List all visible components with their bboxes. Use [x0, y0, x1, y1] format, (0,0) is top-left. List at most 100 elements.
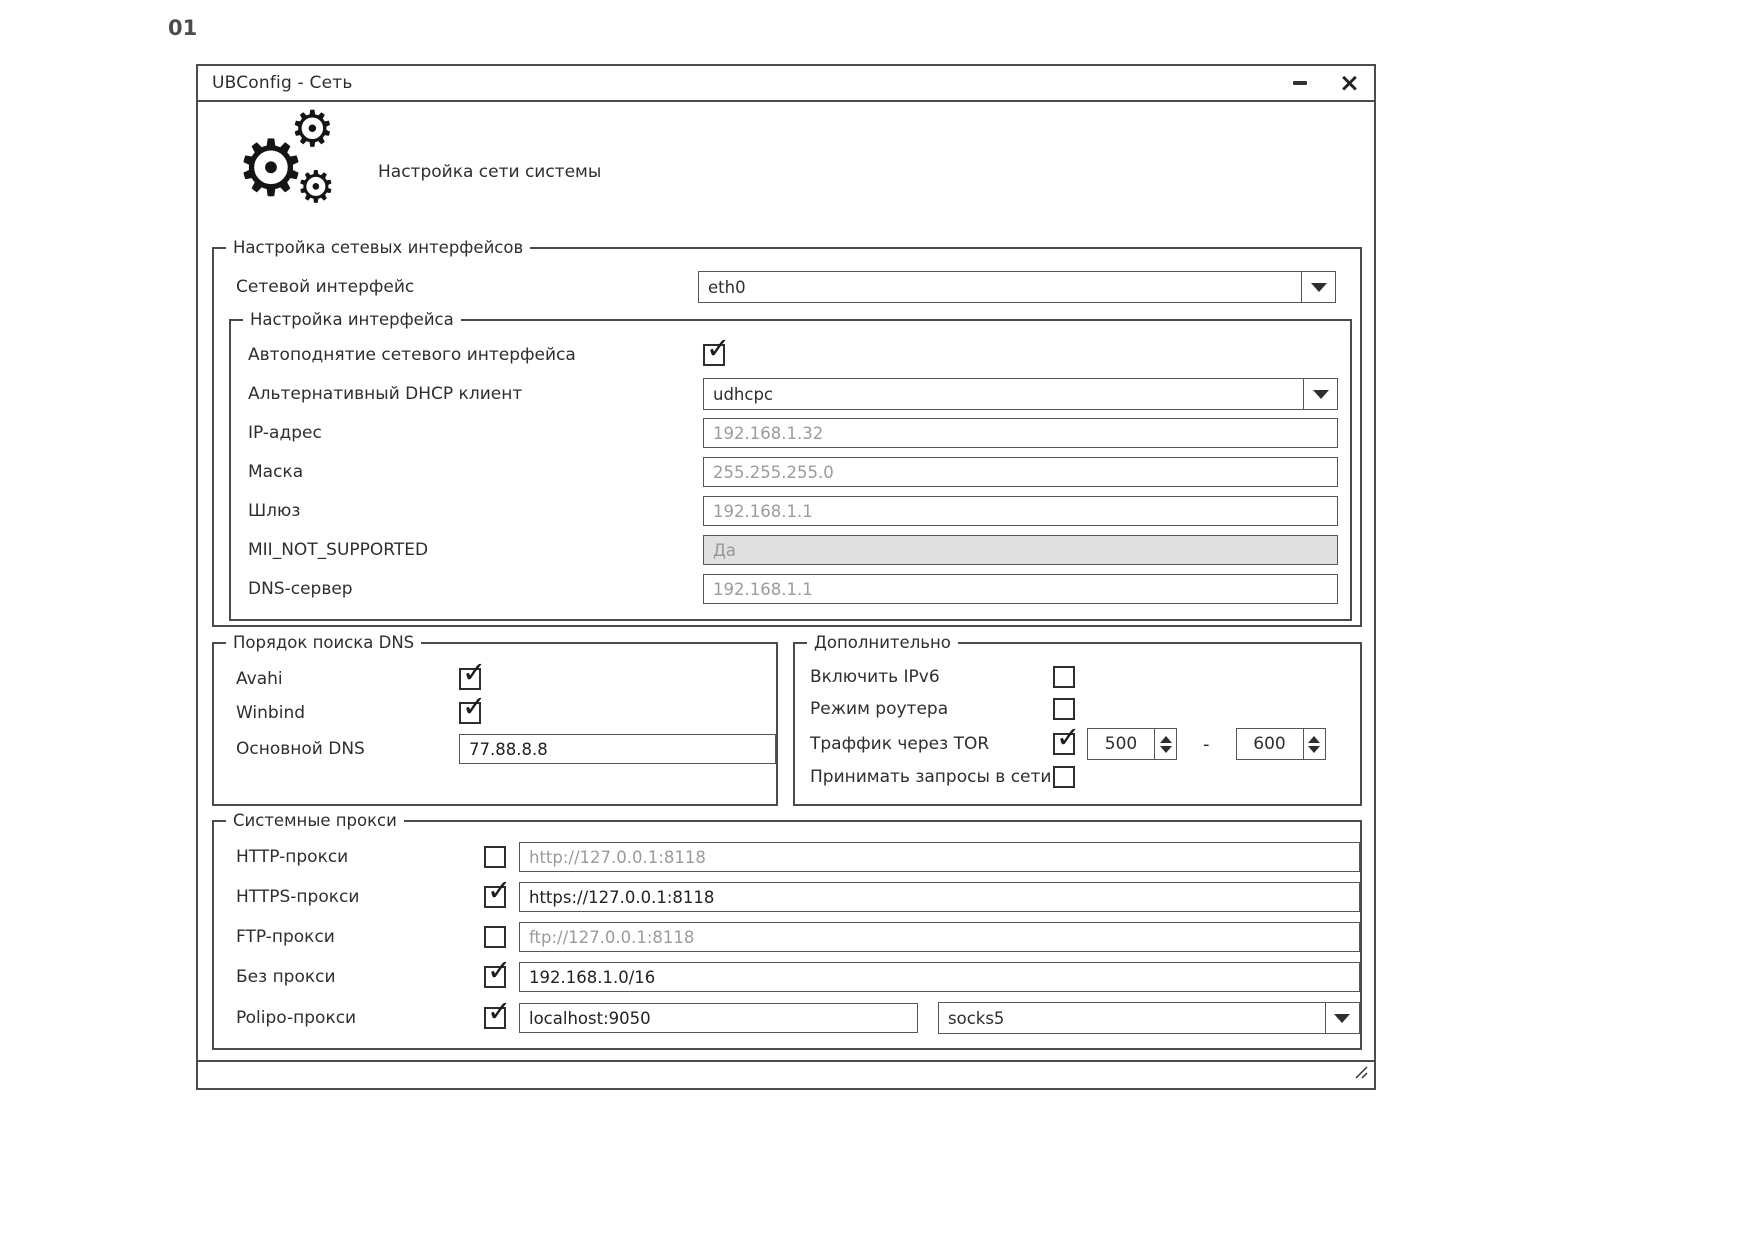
no-proxy-row: Без прокси ✓ [236, 962, 1360, 992]
avahi-row: Avahi ✓ [236, 666, 776, 692]
primary-dns-row: Основной DNS [236, 734, 776, 764]
resize-grip-icon[interactable] [1352, 1063, 1368, 1083]
header: ⚙ ⚙ ⚙ Настройка сети системы [198, 102, 1374, 247]
check-icon: ✓ [706, 334, 730, 363]
close-button[interactable]: × [1339, 74, 1360, 92]
minimize-button[interactable] [1291, 74, 1309, 92]
chevron-down-icon[interactable] [1325, 1003, 1359, 1033]
router-mode-row: Режим роутера ✓ [810, 696, 1360, 722]
polipo-proxy-input[interactable] [519, 1003, 918, 1033]
accept-requests-checkbox[interactable]: ✓ [1053, 766, 1075, 788]
ftp-proxy-label: FTP-прокси [236, 927, 484, 947]
https-proxy-input[interactable] [519, 882, 1360, 912]
triangle-down-icon [1311, 283, 1327, 292]
check-icon: ✓ [487, 956, 511, 985]
no-proxy-input[interactable] [519, 962, 1360, 992]
tor-port-from-spinner[interactable]: 500 [1087, 728, 1177, 760]
interface-select-value: eth0 [708, 278, 746, 297]
chevron-down-icon[interactable] [1301, 272, 1335, 302]
http-proxy-checkbox[interactable]: ✓ [484, 846, 506, 868]
https-proxy-checkbox[interactable]: ✓ [484, 886, 506, 908]
interface-select[interactable]: eth0 [698, 271, 1336, 303]
spin-up-icon[interactable] [1160, 736, 1172, 743]
gear-small-icon: ⚙ [296, 166, 335, 210]
http-proxy-input[interactable] [519, 842, 1360, 872]
check-icon: ✓ [1056, 723, 1080, 752]
ftp-proxy-checkbox[interactable]: ✓ [484, 926, 506, 948]
autoup-row: Автоподнятие сетевого интерфейса ✓ [248, 339, 1338, 371]
ip-input[interactable] [703, 418, 1338, 448]
dns-order-group: Порядок поиска DNS Avahi ✓ Winbind ✓ Осн… [212, 642, 778, 806]
mask-input[interactable] [703, 457, 1338, 487]
triangle-down-icon [1313, 390, 1329, 399]
router-mode-checkbox[interactable]: ✓ [1053, 698, 1075, 720]
titlebar: UBConfig - Сеть × [198, 66, 1374, 102]
mii-input [703, 535, 1338, 565]
ftp-proxy-row: FTP-прокси ✓ [236, 922, 1360, 952]
no-proxy-label: Без прокси [236, 967, 484, 987]
tor-port-from-value: 500 [1088, 729, 1154, 759]
spin-down-icon[interactable] [1160, 746, 1172, 753]
autoup-checkbox[interactable]: ✓ [703, 344, 725, 366]
interface-label: Сетевой интерфейс [236, 277, 698, 297]
chevron-down-icon[interactable] [1303, 379, 1337, 409]
gear-medium-icon: ⚙ [290, 104, 335, 154]
ipv6-row: Включить IPv6 ✓ [810, 664, 1360, 690]
ftp-proxy-input[interactable] [519, 922, 1360, 952]
ipv6-label: Включить IPv6 [810, 667, 1053, 687]
winbind-checkbox[interactable]: ✓ [459, 702, 481, 724]
gateway-label: Шлюз [248, 501, 703, 521]
spin-up-icon[interactable] [1308, 736, 1320, 743]
interfaces-group-legend: Настройка сетевых интерфейсов [226, 238, 530, 257]
polipo-proxy-checkbox[interactable]: ✓ [484, 1007, 506, 1029]
primary-dns-input[interactable] [459, 734, 776, 764]
tor-row: Траффик через TOR ✓ 500 - 600 [810, 728, 1360, 760]
interface-settings-legend: Настройка интерфейса [243, 310, 461, 329]
mii-row: MII_NOT_SUPPORTED [248, 534, 1338, 566]
port-range-separator: - [1203, 734, 1210, 755]
dhcp-client-select-value: udhcpc [713, 385, 773, 404]
check-icon: ✓ [487, 876, 511, 905]
check-icon: ✓ [462, 692, 486, 721]
interface-row: Сетевой интерфейс eth0 [236, 271, 1336, 303]
http-proxy-label: HTTP-прокси [236, 847, 484, 867]
mask-label: Маска [248, 462, 703, 482]
dns-server-row: DNS-сервер [248, 573, 1338, 605]
https-proxy-row: HTTPS-прокси ✓ [236, 882, 1360, 912]
http-proxy-row: HTTP-прокси ✓ [236, 842, 1360, 872]
tor-checkbox[interactable]: ✓ [1053, 733, 1075, 755]
spin-down-icon[interactable] [1308, 746, 1320, 753]
accept-requests-row: Принимать запросы в сети ✓ [810, 764, 1360, 790]
accept-requests-label: Принимать запросы в сети [810, 767, 1053, 787]
tor-port-to-value: 600 [1237, 729, 1303, 759]
proxies-group-legend: Системные прокси [226, 811, 404, 830]
dhcp-client-select[interactable]: udhcpc [703, 378, 1338, 410]
ip-label: IP-адрес [248, 423, 703, 443]
mask-row: Маска [248, 456, 1338, 488]
no-proxy-checkbox[interactable]: ✓ [484, 966, 506, 988]
dns-server-input[interactable] [703, 574, 1338, 604]
interfaces-group: Настройка сетевых интерфейсов Сетевой ин… [212, 247, 1362, 627]
minimize-icon [1293, 81, 1307, 85]
avahi-label: Avahi [236, 669, 459, 689]
check-icon: ✓ [462, 658, 486, 687]
avahi-checkbox[interactable]: ✓ [459, 668, 481, 690]
check-icon: ✓ [487, 997, 511, 1026]
ip-row: IP-адрес [248, 417, 1338, 449]
primary-dns-label: Основной DNS [236, 739, 459, 759]
extra-group: Дополнительно Включить IPv6 ✓ Режим роут… [793, 642, 1362, 806]
dhcp-row: Альтернативный DHCP клиент udhcpc [248, 378, 1338, 410]
spinner-buttons[interactable] [1154, 729, 1176, 759]
tor-port-to-spinner[interactable]: 600 [1236, 728, 1326, 760]
gateway-row: Шлюз [248, 495, 1338, 527]
triangle-down-icon [1334, 1014, 1350, 1023]
gears-icon: ⚙ ⚙ ⚙ [236, 102, 356, 232]
extra-group-legend: Дополнительно [807, 633, 958, 652]
gateway-input[interactable] [703, 496, 1338, 526]
mii-label: MII_NOT_SUPPORTED [248, 540, 703, 560]
page-title: Настройка сети системы [378, 162, 601, 182]
ipv6-checkbox[interactable]: ✓ [1053, 666, 1075, 688]
polipo-protocol-select[interactable]: socks5 [938, 1002, 1360, 1034]
spinner-buttons[interactable] [1303, 729, 1325, 759]
https-proxy-label: HTTPS-прокси [236, 887, 484, 907]
